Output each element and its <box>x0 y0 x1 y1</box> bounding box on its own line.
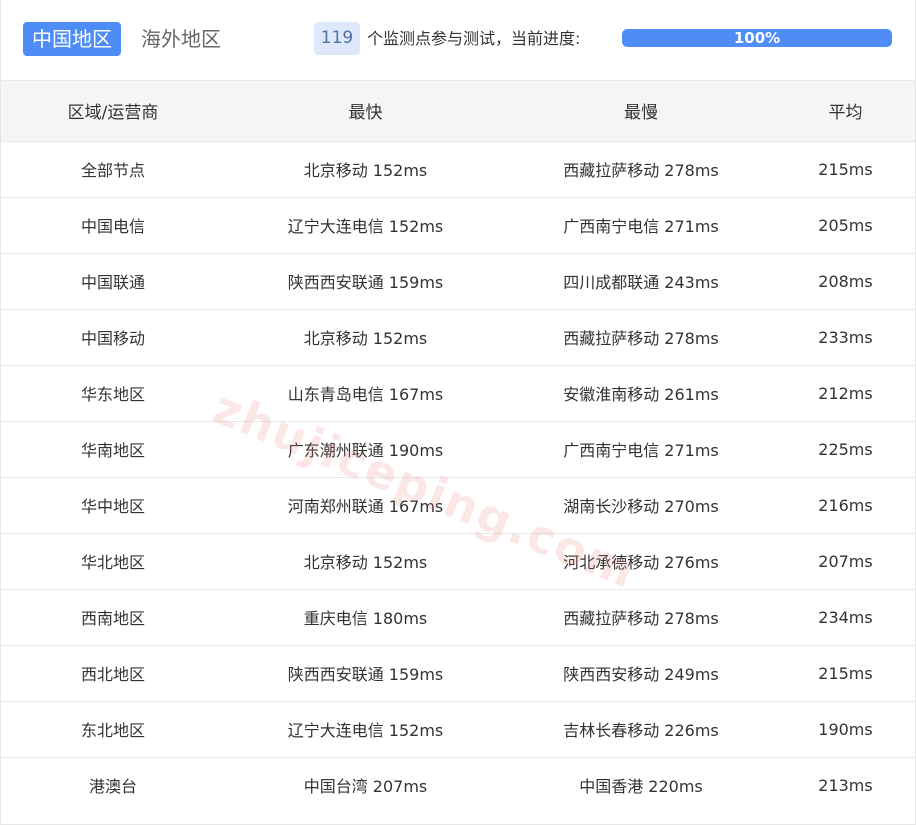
cell-region: 中国联通 <box>80 273 145 292</box>
cell-fastest: 北京移动 152ms <box>303 329 428 348</box>
cell-region: 华东地区 <box>80 385 145 404</box>
table-row: 华南地区 广东潮州联通 190ms 广西南宁电信 271ms 225ms <box>1 421 915 477</box>
speed-test-panel: 中国地区 海外地区 119 个监测点参与测试，当前进度: 100% 区域/运营商… <box>0 0 916 825</box>
cell-fastest: 北京移动 152ms <box>303 161 428 180</box>
cell-fastest: 辽宁大连电信 152ms <box>287 721 444 740</box>
cell-slowest: 吉林长春移动 226ms <box>563 721 719 740</box>
cell-slowest: 西藏拉萨移动 278ms <box>563 609 719 628</box>
cell-average: 215ms <box>818 159 873 179</box>
table-row: 中国移动 北京移动 152ms 西藏拉萨移动 278ms 233ms <box>1 309 915 365</box>
cell-slowest: 西藏拉萨移动 278ms <box>563 329 719 348</box>
cell-slowest: 陕西西安移动 249ms <box>563 665 719 684</box>
cell-region: 港澳台 <box>88 777 137 797</box>
table-row: 全部节点 北京移动 152ms 西藏拉萨移动 278ms 215ms <box>1 141 915 197</box>
header-region: 区域/运营商 <box>67 103 159 124</box>
cell-average: 216ms <box>818 495 873 515</box>
cell-slowest: 湖南长沙移动 270ms <box>563 497 719 516</box>
table-row: 港澳台 中国台湾 207ms 中国香港 220ms 213ms <box>1 757 915 813</box>
cell-slowest: 河北承德移动 276ms <box>563 553 719 572</box>
cell-fastest: 广东潮州联通 190ms <box>287 441 444 460</box>
progress-bar: 100% <box>622 29 892 47</box>
cell-slowest: 西藏拉萨移动 278ms <box>563 161 719 180</box>
cell-slowest: 四川成都联通 243ms <box>563 273 719 292</box>
header-slowest: 最慢 <box>624 103 658 124</box>
progress-label: 100% <box>733 29 781 47</box>
cell-average: 234ms <box>818 607 873 627</box>
region-toolbar: 中国地区 海外地区 119 个监测点参与测试，当前进度: 100% <box>1 0 915 81</box>
cell-average: 212ms <box>818 383 873 403</box>
cell-average: 213ms <box>818 775 873 795</box>
table-row: 中国联通 陕西西安联通 159ms 四川成都联通 243ms 208ms <box>1 253 915 309</box>
cell-fastest: 北京移动 152ms <box>303 553 428 572</box>
cell-fastest: 陕西西安联通 159ms <box>287 665 444 684</box>
table-row: 东北地区 辽宁大连电信 152ms 吉林长春移动 226ms 190ms <box>1 701 915 757</box>
cell-average: 205ms <box>818 215 873 235</box>
cell-region: 全部节点 <box>80 161 145 180</box>
table-row: 中国电信 辽宁大连电信 152ms 广西南宁电信 271ms 205ms <box>1 197 915 253</box>
table-header-row: 区域/运营商 最快 最慢 平均 <box>1 81 915 141</box>
cell-region: 西北地区 <box>80 665 145 684</box>
cell-region: 华南地区 <box>80 441 145 460</box>
header-fastest: 最快 <box>348 103 383 124</box>
cell-slowest: 广西南宁电信 271ms <box>563 441 719 460</box>
cell-region: 中国移动 <box>80 329 145 348</box>
results-table: 区域/运营商 最快 最慢 平均 全部节点 北京移动 152ms 西藏拉萨移动 278… <box>1 81 915 813</box>
cell-average: 190ms <box>818 719 873 739</box>
cell-fastest: 中国台湾 207ms <box>303 777 428 797</box>
cell-average: 233ms <box>818 327 873 347</box>
tab-overseas[interactable]: 海外地区 <box>132 22 230 56</box>
cell-average: 225ms <box>818 439 873 459</box>
table-row: 西南地区 重庆电信 180ms 西藏拉萨移动 278ms 234ms <box>1 589 915 645</box>
progress-caption: 个监测点参与测试，当前进度: <box>367 29 581 48</box>
table-row: 西北地区 陕西西安联通 159ms 陕西西安移动 249ms 215ms <box>1 645 915 701</box>
cell-slowest: 广西南宁电信 271ms <box>563 217 719 236</box>
cell-region: 西南地区 <box>80 609 145 628</box>
cell-region: 东北地区 <box>80 721 145 740</box>
table-row: 华东地区 山东青岛电信 167ms 安徽淮南移动 261ms 212ms <box>1 365 915 421</box>
table-row: 华中地区 河南郑州联通 167ms 湖南长沙移动 270ms 216ms <box>1 477 915 533</box>
cell-region: 华中地区 <box>80 497 145 516</box>
cell-average: 215ms <box>818 663 873 683</box>
cell-fastest: 重庆电信 180ms <box>303 609 428 628</box>
cell-slowest: 安徽淮南移动 261ms <box>563 385 719 404</box>
cell-slowest: 中国香港 220ms <box>579 777 703 797</box>
cell-fastest: 陕西西安联通 159ms <box>287 273 444 292</box>
monitor-count-badge: 119 <box>314 22 360 55</box>
header-average: 平均 <box>828 103 863 124</box>
cell-fastest: 山东青岛电信 167ms <box>287 385 444 404</box>
cell-fastest: 河南郑州联通 167ms <box>287 497 444 516</box>
cell-average: 208ms <box>818 271 873 291</box>
table-row: 华北地区 北京移动 152ms 河北承德移动 276ms 207ms <box>1 533 915 589</box>
cell-region: 中国电信 <box>80 217 145 236</box>
cell-fastest: 辽宁大连电信 152ms <box>287 217 444 236</box>
cell-average: 207ms <box>818 551 873 571</box>
tab-china[interactable]: 中国地区 <box>23 22 121 56</box>
cell-region: 华北地区 <box>80 553 145 572</box>
